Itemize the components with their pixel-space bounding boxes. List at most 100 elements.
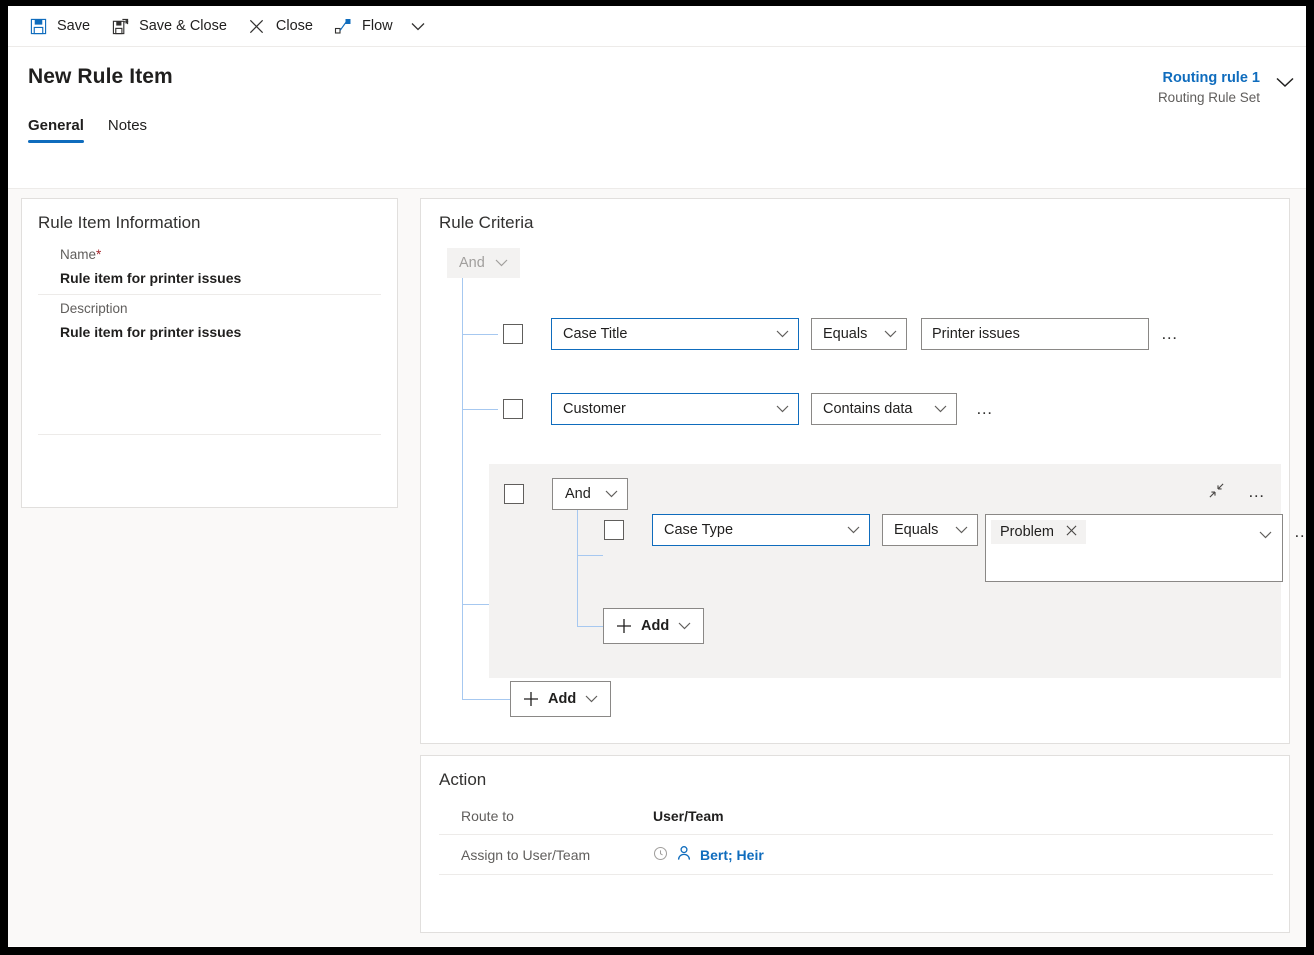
parent-record-link[interactable]: Routing rule 1 [1158,69,1260,89]
save-and-close-button[interactable]: Save & Close [100,8,237,44]
form-header: New Rule Item Routing rule 1 Routing Rul… [8,47,1306,189]
recent-items-icon[interactable] [653,846,668,864]
group-condition-row-1-attribute-chevron-down-icon [847,522,860,538]
name-required-marker: * [96,247,102,262]
group-add-button-label: Add [641,618,670,634]
group-condition-row-1-more-button[interactable]: … [1289,518,1306,546]
group-condition-row-1-operator-chevron-down-icon [955,522,968,538]
rule-item-information-card: Rule Item Information Name* Rule item fo… [21,198,398,508]
toolbar-overflow-chevron-down-icon[interactable] [403,8,433,44]
group-condition-row-1-operator-dropdown[interactable]: Equals [882,514,978,546]
group-header-row: And [504,478,628,510]
page-title: New Rule Item [28,65,173,88]
assign-to-user-team-link[interactable]: Bert; Heir [700,847,764,863]
description-field-label: Description [60,301,128,316]
condition-row-2-more-button[interactable]: … [971,395,999,423]
criteria-add-button-label: Add [548,691,577,707]
header-record-context: Routing rule 1 Routing Rule Set [1158,69,1294,107]
group-condition-row-1-operator-label: Equals [894,522,939,538]
condition-row-1-value-input[interactable]: Printer issues [921,318,1149,350]
route-to-value: User/Team [653,808,724,824]
group-condition-row-1-checkbox[interactable] [604,520,624,540]
condition-row-2-operator-chevron-down-icon [934,401,947,417]
condition-row-2-checkbox[interactable] [503,399,523,419]
header-chevron-down-icon[interactable] [1276,75,1294,91]
description-field[interactable]: Description Rule item for printer issues [38,295,381,435]
name-field-label: Name* [60,247,381,262]
group-collapse-arrows-icon[interactable] [1208,482,1225,502]
tree-trunk-line [462,278,463,699]
condition-row-2-attribute-chevron-down-icon [776,401,789,417]
save-button-label: Save [57,18,91,34]
condition-row-1-attribute-label: Case Title [563,326,628,342]
group-tools: … [1208,478,1271,506]
condition-row-1-attribute-dropdown[interactable]: Case Title [551,318,799,350]
condition-row-2-operator-label: Contains data [823,401,913,417]
route-to-row[interactable]: Route to User/Team [439,798,1273,835]
group-operator-dropdown[interactable]: And [552,478,628,510]
tree-branch-line-1 [462,334,498,335]
close-button[interactable]: Close [237,8,323,44]
group-condition-row-1-attribute-label: Case Type [664,522,734,538]
value-tag-problem-label: Problem [1000,524,1054,540]
condition-row-1-operator-dropdown[interactable]: Equals [811,318,907,350]
rule-criteria-card: Rule Criteria And Case Title Equals Prin… [420,198,1306,744]
condition-row-1-more-button[interactable]: … [1156,320,1184,348]
group-condition-row-1-value-multiselect[interactable]: Problem [985,514,1283,582]
description-field-value[interactable]: Rule item for printer issues [60,324,381,340]
criteria-add-plus-icon [523,691,539,707]
tab-general-label: General [28,117,84,134]
value-tag-problem-close-x-icon[interactable] [1066,524,1077,540]
group-operator-label: And [565,486,591,502]
group-branch-line-1 [577,555,603,556]
assign-to-user-team-row[interactable]: Assign to User/Team Bert; Heir [439,835,1273,875]
command-bar: Save Save & Close Close Flow [8,6,1306,47]
condition-row-2-attribute-label: Customer [563,401,626,417]
name-label-text: Name [60,247,97,262]
group-add-chevron-down-icon [678,618,691,634]
group-more-button[interactable]: … [1243,478,1271,506]
tab-notes[interactable]: Notes [108,117,147,143]
name-field-value[interactable]: Rule item for printer issues [60,270,381,286]
condition-row-1-checkbox[interactable] [503,324,523,344]
tree-branch-line-2 [462,409,498,410]
group-branch-line-add [577,626,603,627]
parent-record-entity-label: Routing Rule Set [1157,89,1260,105]
flow-button[interactable]: Flow [323,8,403,44]
form-tabs: General Notes [28,117,1306,143]
route-to-label: Route to [461,808,514,824]
contact-person-icon [676,845,692,864]
group-add-button[interactable]: Add [603,608,705,644]
group-trunk-line [577,510,578,626]
action-title: Action [439,770,487,789]
rule-criteria-title: Rule Criteria [439,213,534,232]
form-body: Rule Item Information Name* Rule item fo… [8,189,1306,946]
criteria-add-button[interactable]: Add [510,681,612,717]
condition-row-1-value-text: Printer issues [932,326,1020,342]
rule-item-information-title: Rule Item Information [38,213,201,232]
assign-to-user-team-label: Assign to User/Team [461,846,591,863]
group-condition-row-1: Case Type Equals [604,514,978,546]
flow-button-label: Flow [362,18,393,34]
tab-general[interactable]: General [28,117,84,143]
name-field[interactable]: Name* Rule item for printer issues [38,241,381,295]
tab-notes-label: Notes [107,117,148,134]
group-checkbox[interactable] [504,484,524,504]
save-and-close-icon [110,16,130,36]
root-operator-label: And [459,255,485,271]
tree-branch-line-add [462,699,511,700]
condition-row-2-operator-dropdown[interactable]: Contains data [811,393,957,425]
group-condition-row-1-attribute-dropdown[interactable]: Case Type [652,514,870,546]
nested-condition-group: And … Case Type Equals Problem Add [489,464,1306,678]
root-operator-chevron-down-icon [495,255,508,271]
assign-to-user-team-value[interactable]: Bert; Heir [653,845,764,864]
save-icon [28,16,48,36]
criteria-add-chevron-down-icon [585,691,598,707]
condition-row-2: Customer Contains data … [503,393,999,425]
condition-row-2-attribute-dropdown[interactable]: Customer [551,393,799,425]
save-button[interactable]: Save [18,8,100,44]
close-x-icon [247,16,267,36]
group-condition-row-1-value-chevron-down-icon[interactable] [1259,526,1272,542]
root-operator-dropdown[interactable]: And [447,248,520,278]
value-tag-problem[interactable]: Problem [991,520,1086,544]
